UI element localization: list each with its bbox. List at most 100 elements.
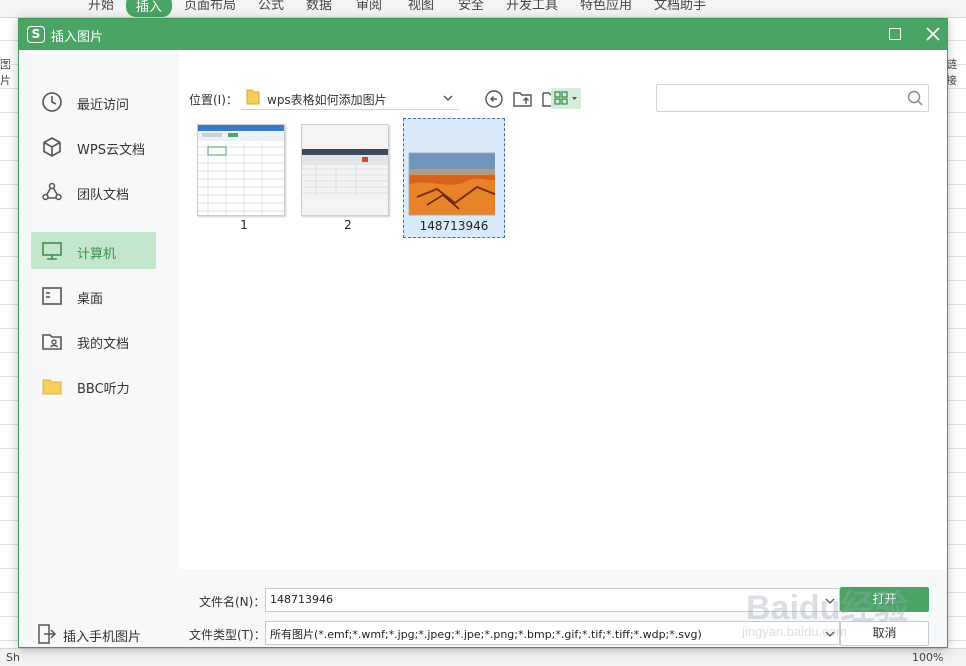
sidebar-item-computer[interactable]: 计算机 [31,232,156,269]
ribbon-tab-doc-assistant[interactable]: 文档助手 [654,0,706,13]
grid-line [0,472,18,473]
dialog-title: 插入图片 [51,30,104,45]
desert-photo-thumbnail-icon [407,125,495,217]
image-ribbon-label[interactable]: 图片 [0,56,18,88]
ribbon-tab-page-layout[interactable]: 页面布局 [184,0,236,13]
folder-icon [42,379,62,395]
location-label: 位置(I)： [189,93,238,107]
insert-phone-label: 插入手机图片 [63,630,142,645]
location-path: wps表格如何添加图片 [267,93,387,107]
grid-line [948,208,966,209]
grid-line [0,208,18,209]
grid-line [948,280,966,281]
up-folder-button[interactable] [512,89,534,109]
grid-line [0,40,18,41]
grid-line [0,424,18,425]
grid-line [0,184,18,185]
grid-line [948,472,966,473]
grid-line [948,616,966,617]
sidebar-item-wps-cloud[interactable]: WPS云文档 [31,128,156,165]
file-item[interactable]: 1 [193,118,295,238]
grid-line [0,160,18,161]
grid-line [948,64,966,65]
close-button[interactable] [923,23,943,45]
sidebar-item-label: WPS云文档 [77,143,145,158]
monitor-icon [42,242,62,260]
chevron-down-icon [443,95,453,102]
grid-line [0,64,18,65]
grid-line [948,640,966,641]
file-item[interactable]: 2 [297,118,399,238]
grid-line [948,352,966,353]
grid-line [948,328,966,329]
desert-photo-icon [408,152,495,216]
ribbon-tab-review[interactable]: 审阅 [356,0,382,13]
sheet-left-strip: 图片 [0,18,18,648]
search-input[interactable] [656,84,929,112]
filetype-value: 所有图片(*.emf;*.wmf;*.jpg;*.jpeg;*.jpe;*.pn… [270,628,702,641]
sidebar-item-bbc-listening[interactable]: BBC听力 [31,367,156,404]
grid-line [0,400,18,401]
grid-line [948,88,966,89]
grid-line [0,256,18,257]
wps-logo-icon: S [27,26,45,43]
sheet-tab-label[interactable]: Sh [6,651,20,664]
ribbon-tab-formula[interactable]: 公式 [258,0,284,13]
sidebar-item-my-documents[interactable]: 我的文档 [31,322,156,359]
ribbon-tab-insert[interactable]: 插入 [126,0,173,17]
baidu-watermark: Baidu经验 jingyan.baidu.com [738,574,928,664]
file-name: 1 [240,218,248,232]
grid-line [0,520,18,521]
grid-line [948,304,966,305]
grid-line [948,400,966,401]
ribbon-tab-security[interactable]: 安全 [458,0,484,13]
location-dropdown[interactable]: wps表格如何添加图片 [241,86,459,110]
back-arrow-icon [485,90,503,108]
grid-line [948,256,966,257]
spreadsheet-preview-icon [198,125,284,215]
clock-icon [42,92,62,112]
grid-line [948,136,966,137]
sidebar-item-label: BBC听力 [77,382,130,397]
file-name: 2 [344,218,352,232]
grid-line [0,448,18,449]
grid-line [948,448,966,449]
my-documents-icon [42,334,62,350]
grid-line [0,232,18,233]
grid-line [948,112,966,113]
cube-icon [43,137,61,157]
sidebar-item-desktop[interactable]: 桌面 [31,277,156,314]
ribbon-tab-home[interactable]: 开始 [88,0,114,13]
sidebar-item-team-docs[interactable]: 团队文档 [31,173,156,210]
view-mode-button[interactable] [551,88,581,109]
grid-line [948,568,966,569]
insert-phone-image-button[interactable]: 插入手机图片 [35,623,165,645]
dialog-titlebar[interactable]: S 插入图片 [19,19,947,50]
import-icon [38,624,57,644]
sidebar-item-label: 团队文档 [77,188,130,203]
grid-line [0,328,18,329]
spreadsheet-thumbnail-icon [197,124,285,216]
filename-value: 148713946 [270,593,333,606]
grid-line [948,160,966,161]
link-ribbon-label[interactable]: 链接 [946,56,966,88]
maximize-button[interactable] [889,28,901,40]
ribbon-tab-developer[interactable]: 开发工具 [506,0,558,13]
ribbon-tab-data[interactable]: 数据 [306,0,332,13]
watermark-text: Baidu经验 [746,589,909,627]
grid-line [0,544,18,545]
file-item-selected[interactable]: 148713946 [403,118,505,238]
grid-line [0,136,18,137]
grid-line [0,352,18,353]
sheet-right-strip: 链接 [946,18,966,648]
grid-line [948,496,966,497]
sidebar-item-recent[interactable]: 最近访问 [31,83,156,120]
back-button[interactable] [484,89,506,109]
grid-line [948,40,966,41]
team-icon [42,182,62,201]
grid-line [948,184,966,185]
ribbon-tab-features[interactable]: 特色应用 [580,0,632,13]
grid-line [0,88,18,89]
sidebar-item-label: 我的文档 [77,337,130,352]
ribbon-tab-view[interactable]: 视图 [408,0,434,13]
